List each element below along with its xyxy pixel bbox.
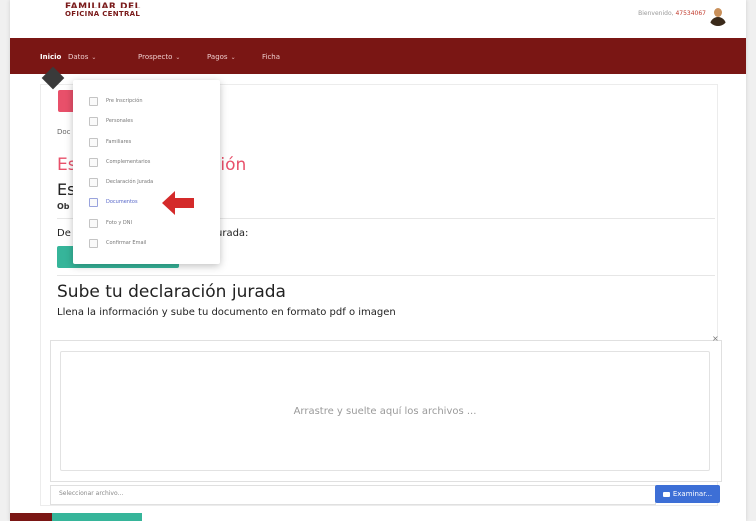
menu-item-pre-inscripcion[interactable]: Pre Inscripción [89, 95, 143, 107]
nav-datos-label: Datos [68, 53, 89, 61]
upload-subtitle: Llena la información y sube tu documento… [57, 307, 396, 318]
file-input[interactable]: Seleccionar archivo... [50, 485, 656, 505]
menu-item-label: Familiares [106, 139, 132, 145]
menu-item-label: Documentos [106, 199, 138, 205]
file-input-placeholder: Seleccionar archivo... [59, 490, 124, 497]
browse-button-label: Examinar... [672, 490, 713, 498]
menu-item-complementarios[interactable]: Complementarios [89, 156, 150, 168]
drop-zone[interactable]: Arrastre y suelte aquí los archivos ... [60, 351, 710, 471]
breadcrumb: Doc [57, 128, 71, 136]
avatar-head [714, 8, 722, 17]
menu-item-label: Personales [106, 118, 133, 124]
close-icon[interactable]: × [712, 334, 719, 343]
menu-item-label: Confirmar Email [106, 240, 147, 246]
brand-subtitle: OFICINA CENTRAL [65, 10, 141, 18]
declaration-label-start: De [57, 228, 71, 239]
divider [57, 275, 715, 276]
nav-pagos[interactable]: Pagos ⌄ [207, 53, 236, 61]
user-icon [89, 116, 98, 126]
menu-item-label: Declaración Jurada [106, 179, 154, 185]
avatar-body [710, 17, 726, 26]
declaration-label: De urada: [57, 228, 248, 239]
user-id: 47534067 [675, 10, 706, 17]
menu-item-label: Pre Inscripción [106, 98, 143, 104]
user-icon [89, 157, 98, 167]
nav-datos[interactable]: Datos ⌄ [68, 53, 96, 61]
nav-prospecto[interactable]: Prospecto ⌄ [138, 53, 180, 61]
chevron-down-icon: ⌄ [91, 54, 97, 61]
nav-ficha[interactable]: Ficha [262, 53, 280, 61]
user-icon [89, 96, 98, 106]
menu-item-label: Foto y DNI [106, 220, 132, 226]
user-icon [89, 197, 98, 207]
declaration-label-end: urada: [216, 228, 249, 239]
menu-item-documentos[interactable]: Documentos [89, 196, 138, 208]
nav-prospecto-label: Prospecto [138, 53, 173, 61]
browse-button[interactable]: Examinar... [655, 485, 720, 503]
nav-inicio[interactable]: Inicio [40, 53, 61, 61]
header: FAMILIAR DEL OFICINA CENTRAL Bienvenido,… [10, 0, 746, 38]
main-navbar: Inicio Datos ⌄ Prospecto ⌄ Pagos ⌄ Ficha [10, 38, 746, 74]
user-icon [89, 218, 98, 228]
user-icon [89, 238, 98, 248]
menu-item-declaracion-jurada[interactable]: Declaración Jurada [89, 176, 153, 188]
arrow-left-icon [162, 191, 194, 215]
footer-button[interactable] [52, 513, 142, 521]
menu-item-personales[interactable]: Personales [89, 115, 133, 127]
upload-title: Sube tu declaración jurada [57, 282, 286, 302]
user-greeting: Bienvenido, 47534067 [638, 10, 706, 17]
user-icon [89, 177, 98, 187]
observation-label: Ob [57, 202, 70, 211]
menu-item-familiares[interactable]: Familiares [89, 136, 131, 148]
menu-item-confirmar-email[interactable]: Confirmar Email [89, 237, 146, 249]
folder-icon [662, 491, 670, 497]
avatar[interactable] [708, 6, 728, 26]
nav-ficha-label: Ficha [262, 53, 281, 61]
user-greeting-prefix: Bienvenido, [638, 10, 674, 17]
brand-logo[interactable]: FAMILIAR DEL OFICINA CENTRAL [65, 2, 141, 18]
brand-title: FAMILIAR DEL [65, 2, 141, 8]
nav-pagos-label: Pagos [207, 53, 228, 61]
menu-item-label: Complementarios [106, 159, 151, 165]
chevron-down-icon: ⌄ [230, 54, 236, 61]
drop-zone-text: Arrastre y suelte aquí los archivos ... [293, 405, 477, 417]
datos-dropdown-menu: Pre Inscripción Personales Familiares Co… [73, 80, 220, 264]
menu-item-foto-dni[interactable]: Foto y DNI [89, 217, 132, 229]
user-icon [89, 137, 98, 147]
chevron-down-icon: ⌄ [175, 54, 181, 61]
nav-inicio-label: Inicio [40, 53, 62, 61]
